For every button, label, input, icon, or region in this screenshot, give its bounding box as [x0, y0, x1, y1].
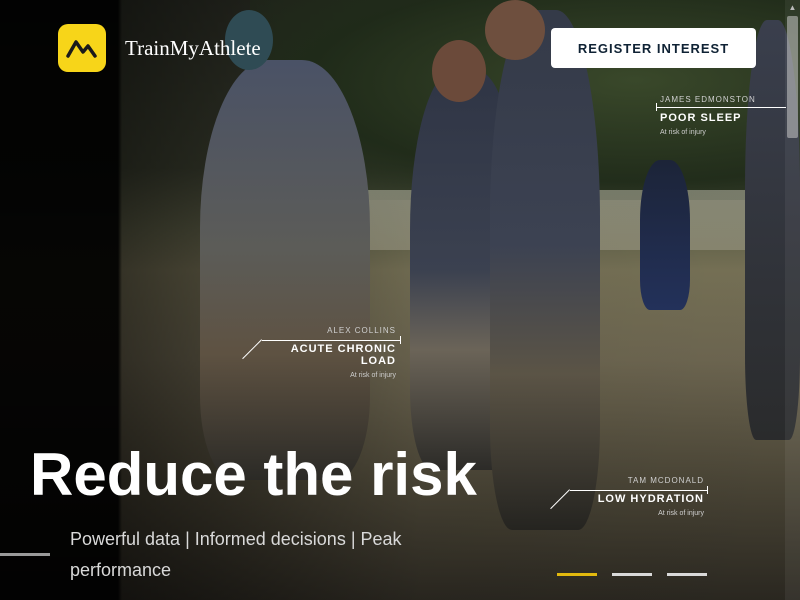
- player-head: [432, 40, 486, 102]
- player-figure: [490, 10, 600, 530]
- athlete-name: JAMES EDMONSTON: [660, 95, 756, 104]
- risk-metric: LOW HYDRATION: [597, 493, 704, 505]
- hero-tagline: Powerful data | Informed decisions | Pea…: [70, 529, 402, 580]
- athlete-tag-hydration: TAM MCDONALD LOW HYDRATION At risk of in…: [560, 476, 704, 517]
- slider-dot-1[interactable]: [557, 573, 597, 576]
- player-figure: [200, 60, 370, 480]
- scroll-up-icon[interactable]: ▲: [786, 2, 799, 14]
- player-head: [485, 0, 545, 60]
- athlete-chart-icon: [66, 40, 97, 58]
- risk-status: At risk of injury: [660, 129, 706, 136]
- register-interest-button[interactable]: REGISTER INTEREST: [551, 28, 756, 68]
- risk-status: At risk of injury: [658, 510, 704, 517]
- athlete-tag-load: ALEX COLLINS ACUTE CHRONIC LOAD At risk …: [256, 326, 396, 379]
- spectator-figure: [640, 160, 690, 310]
- slider-dot-3[interactable]: [667, 573, 707, 576]
- brand-name[interactable]: TrainMyAthlete: [125, 36, 261, 61]
- hero-headline: Reduce the risk: [30, 441, 477, 508]
- slider-dot-2[interactable]: [612, 573, 652, 576]
- side-accent-line: [0, 553, 50, 556]
- athlete-tag-sleep: JAMES EDMONSTON POOR SLEEP At risk of in…: [660, 95, 756, 136]
- brand-logo[interactable]: [58, 24, 106, 72]
- risk-metric: ACUTE CHRONIC LOAD: [290, 343, 396, 367]
- scrollbar-thumb[interactable]: [787, 16, 798, 138]
- athlete-name: ALEX COLLINS: [327, 326, 396, 335]
- risk-status: At risk of injury: [350, 372, 396, 379]
- athlete-name: TAM MCDONALD: [627, 476, 704, 485]
- risk-metric: POOR SLEEP: [660, 112, 742, 124]
